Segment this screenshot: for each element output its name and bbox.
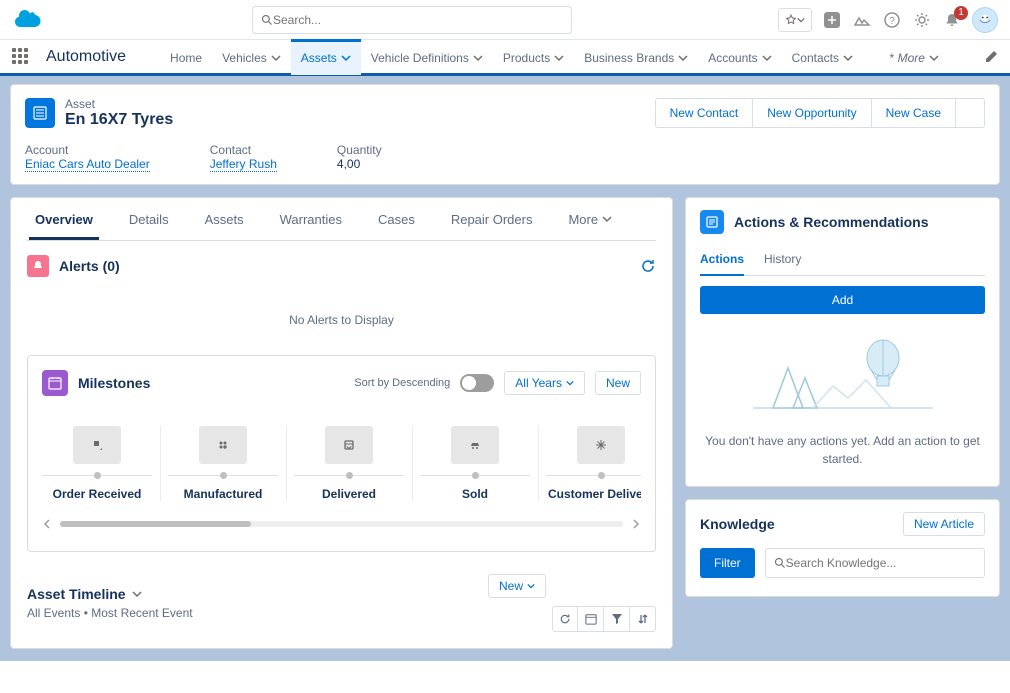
nav-tabs: HomeVehiclesAssetsVehicle DefinitionsPro… [160,39,863,75]
user-avatar[interactable] [972,7,998,33]
nav-more[interactable]: * More [879,39,949,75]
milestones-track: Order ReceivedManufacturedDeliveredSoldC… [42,426,641,501]
favorites-button[interactable] [778,8,812,32]
alerts-icon [27,255,49,277]
actions-recommendations-panel: Actions & Recommendations Actions Histor… [685,197,1000,487]
sort-label: Sort by Descending [354,377,450,389]
detail-tab-overview[interactable]: Overview [29,198,99,240]
notifications-icon[interactable]: 1 [942,10,962,30]
record-action-menu[interactable] [956,98,985,128]
milestone-step-delivered[interactable]: Delivered [294,426,404,501]
field-label-quantity: Quantity [337,143,382,157]
actions-icon [700,210,724,234]
milestone-step-manufactured[interactable]: Manufactured [168,426,278,501]
detail-tab-assets[interactable]: Assets [199,198,250,240]
milestones-title: Milestones [78,375,344,391]
record-action-new-case[interactable]: New Case [872,98,956,128]
nav-tab-vehicle-definitions[interactable]: Vehicle Definitions [361,39,493,75]
knowledge-search-field[interactable] [765,548,985,578]
milestones-icon [42,370,68,396]
star-icon [785,14,797,26]
milestone-step-customer-delivery[interactable]: Customer Delivery [546,426,641,501]
detail-tab-cases[interactable]: Cases [372,198,421,240]
add-icon[interactable] [822,10,842,30]
knowledge-search-input[interactable] [786,556,976,570]
years-dropdown[interactable]: All Years [504,371,585,395]
chevron-down-icon [132,589,142,599]
timeline-title[interactable]: Asset Timeline [27,586,488,602]
detail-tab-warranties[interactable]: Warranties [274,198,348,240]
nav-tab-products[interactable]: Products [493,39,574,75]
timeline-new-button[interactable]: New [488,574,546,598]
chevron-down-icon [566,379,574,387]
milestones-card: Milestones Sort by Descending All Years … [27,355,656,552]
chevron-down-icon [797,16,805,24]
setup-icon[interactable] [912,10,932,30]
field-label-contact: Contact [210,143,277,157]
record-actions: New ContactNew OpportunityNew Case [655,98,985,128]
add-action-button[interactable]: Add [700,286,985,314]
global-search-input[interactable] [273,13,563,27]
scroll-left-icon[interactable] [42,519,52,529]
milestone-step-order-received[interactable]: Order Received [42,426,152,501]
knowledge-filter-button[interactable]: Filter [700,548,755,578]
nav-tab-business-brands[interactable]: Business Brands [574,39,698,75]
tab-history[interactable]: History [764,248,801,275]
nav-tab-home[interactable]: Home [160,39,212,75]
notification-badge: 1 [954,6,968,20]
global-search-field[interactable] [252,6,572,34]
field-label-account: Account [25,143,150,157]
svg-text:?: ? [889,16,895,27]
trailhead-icon[interactable] [852,10,872,30]
search-icon [774,557,786,569]
timeline-date-button[interactable] [578,606,604,632]
chevron-down-icon [527,582,535,590]
app-launcher[interactable] [12,48,30,66]
record-type-label: Asset [65,97,655,111]
salesforce-logo [12,8,46,32]
help-icon[interactable]: ? [882,10,902,30]
detail-tab-more[interactable]: More [562,198,617,240]
nav-tab-accounts[interactable]: Accounts [698,39,781,75]
new-article-button[interactable]: New Article [903,512,985,536]
record-name: En 16X7 Tyres [65,111,655,129]
timeline-refresh-button[interactable] [552,606,578,632]
nav-tab-assets[interactable]: Assets [291,39,361,75]
milestone-step-sold[interactable]: Sold [420,426,530,501]
actions-empty-text: You don't have any actions yet. Add an a… [700,432,985,468]
detail-tab-repair-orders[interactable]: Repair Orders [445,198,539,240]
record-action-new-opportunity[interactable]: New Opportunity [753,98,871,128]
asset-icon [25,98,55,128]
actions-title: Actions & Recommendations [734,214,928,230]
detail-tabset: Overview Details Assets Warranties Cases Repa… [27,198,656,241]
timeline-subtitle: All Events • Most Recent Event [27,606,488,620]
chevron-down-icon [929,53,939,63]
knowledge-title: Knowledge [700,516,903,532]
record-action-new-contact[interactable]: New Contact [655,98,754,128]
field-value-quantity: 4,00 [337,157,382,171]
app-name: Automotive [46,48,126,66]
knowledge-panel: Knowledge New Article Filter [685,499,1000,597]
nav-tab-vehicles[interactable]: Vehicles [212,39,291,75]
alerts-empty-text: No Alerts to Display [27,313,656,327]
detail-tab-details[interactable]: Details [123,198,175,240]
alerts-title: Alerts (0) [59,258,640,274]
scroll-track[interactable] [60,521,623,527]
edit-page-icon[interactable] [984,50,998,64]
sort-toggle[interactable] [460,374,494,392]
search-icon [261,14,273,26]
milestone-new-button[interactable]: New [595,371,641,395]
empty-illustration [700,328,985,418]
refresh-icon[interactable] [640,258,656,274]
nav-tab-contacts[interactable]: Contacts [782,39,863,75]
timeline-filter-button[interactable] [604,606,630,632]
scroll-right-icon[interactable] [631,519,641,529]
field-value-account[interactable]: Eniac Cars Auto Dealer [25,157,150,172]
timeline-sort-button[interactable] [630,606,656,632]
record-header: Asset En 16X7 Tyres New ContactNew Oppor… [10,84,1000,185]
field-value-contact[interactable]: Jeffery Rush [210,157,277,172]
tab-actions[interactable]: Actions [700,248,744,276]
